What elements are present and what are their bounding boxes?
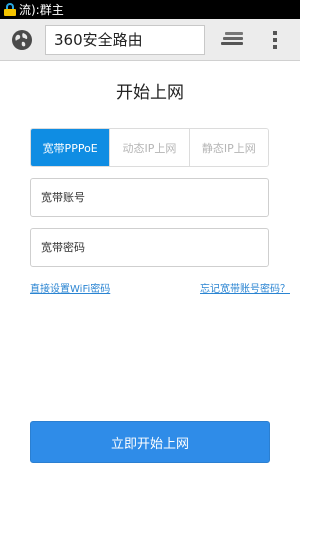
- connection-type-tabs: 宽带PPPoE 动态IP上网 静态IP上网: [30, 128, 269, 167]
- account-field[interactable]: 宽带账号: [30, 178, 269, 217]
- tab-dynamic-ip[interactable]: 动态IP上网: [109, 129, 189, 166]
- lock-icon: [4, 3, 16, 16]
- set-wifi-password-link[interactable]: 直接设置WiFi密码: [30, 280, 110, 295]
- forgot-account-link[interactable]: 忘记宽带账号密码？: [200, 280, 290, 295]
- start-internet-button[interactable]: 立即开始上网: [30, 421, 270, 463]
- page-title: 开始上网: [116, 83, 184, 103]
- browser-toolbar: 360安全路由: [0, 19, 300, 61]
- overflow-menu-icon[interactable]: [273, 31, 277, 49]
- password-field[interactable]: 宽带密码: [30, 228, 269, 267]
- status-text: 流):群主: [19, 3, 64, 17]
- tab-pppoe[interactable]: 宽带PPPoE: [31, 129, 110, 166]
- address-bar[interactable]: 360安全路由: [45, 25, 205, 55]
- globe-icon[interactable]: [11, 29, 33, 51]
- tabs-icon[interactable]: [221, 32, 243, 48]
- tab-static-ip[interactable]: 静态IP上网: [188, 129, 268, 166]
- status-bar: 流):群主: [0, 0, 300, 19]
